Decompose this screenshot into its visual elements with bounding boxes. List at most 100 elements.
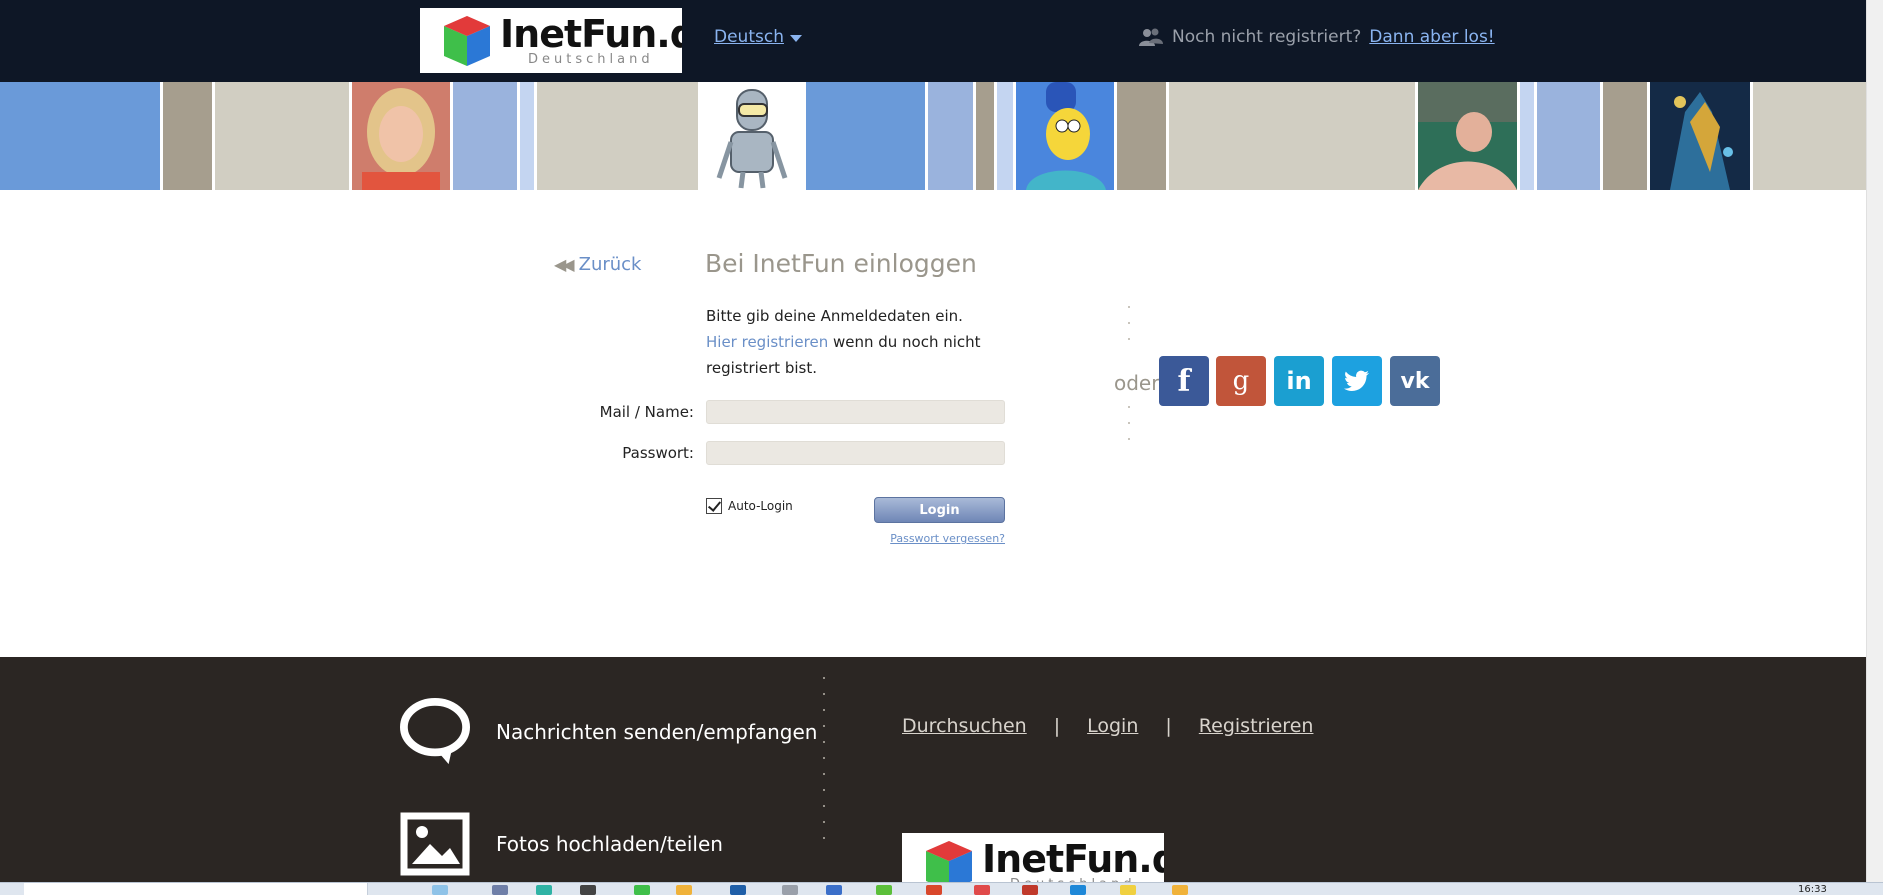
banner-tile <box>1169 82 1415 190</box>
language-selector[interactable]: Deutsch <box>714 27 802 47</box>
footer-separator: | <box>1165 715 1172 737</box>
taskbar-app-icon[interactable] <box>1070 885 1086 895</box>
register-link[interactable]: Hier registrieren <box>706 333 828 351</box>
site-header: InetFun.de Deutschland Deutsch Noch nich… <box>0 0 1883 82</box>
page-scrollbar[interactable] <box>1866 0 1883 882</box>
footer-link-search[interactable]: Durchsuchen <box>902 715 1027 737</box>
linkedin-icon: in <box>1286 367 1312 395</box>
taskbar-app-icon[interactable] <box>492 885 508 895</box>
footer-divider <box>823 677 827 853</box>
feature-messages: Nachrichten senden/empfangen <box>400 697 817 767</box>
member-banner <box>0 82 1883 190</box>
login-intro: Bitte gib deine Anmeldedaten ein. Hier r… <box>706 303 996 381</box>
image-icon <box>400 809 470 879</box>
users-icon <box>1139 28 1163 46</box>
banner-tile <box>997 82 1013 190</box>
taskbar-app-icon[interactable] <box>580 885 596 895</box>
taskbar-app-icon[interactable] <box>974 885 990 895</box>
taskbar-app-icon[interactable] <box>926 885 942 895</box>
banner-tile <box>976 82 994 190</box>
woman-avatar-icon <box>352 82 450 190</box>
taskbar-app-icon[interactable] <box>432 885 448 895</box>
page: InetFun.de Deutschland Deutsch Noch nich… <box>0 0 1883 895</box>
vk-login-button[interactable]: vk <box>1390 356 1440 406</box>
divider-bottom <box>1128 406 1132 454</box>
monster-avatar-icon <box>1650 82 1750 190</box>
feature-photos-label: Fotos hochladen/teilen <box>496 832 723 856</box>
member-photo-robot[interactable] <box>701 82 803 190</box>
cartoon-avatar-icon <box>1016 82 1114 190</box>
member-photo-woman[interactable] <box>352 82 450 190</box>
banner-tile <box>1117 82 1166 190</box>
google-login-button[interactable]: g <box>1216 356 1266 406</box>
mail-input[interactable] <box>706 400 1005 424</box>
chat-bubble-icon <box>400 697 470 767</box>
twitter-icon <box>1344 370 1369 391</box>
language-label: Deutsch <box>714 27 784 47</box>
robot-avatar-icon <box>701 82 803 190</box>
twitter-login-button[interactable] <box>1332 356 1382 406</box>
banner-tile <box>215 82 349 190</box>
taskbar-app-icon[interactable] <box>826 885 842 895</box>
member-photo-cartoon[interactable] <box>1016 82 1114 190</box>
taskbar-app-icon[interactable] <box>1022 885 1038 895</box>
taskbar-app-icon[interactable] <box>676 885 692 895</box>
google-icon: g <box>1232 366 1250 396</box>
site-logo[interactable]: InetFun.de Deutschland <box>420 8 682 73</box>
checkbox-checked-icon <box>706 498 722 514</box>
facebook-login-button[interactable]: f <box>1159 356 1209 406</box>
not-registered-text: Noch nicht registriert? <box>1172 27 1362 47</box>
taskbar-app-icon[interactable] <box>634 885 650 895</box>
mail-label: Mail / Name: <box>599 403 694 421</box>
or-label: oder <box>1114 371 1160 395</box>
logo-text: InetFun.de <box>500 12 682 56</box>
taskbar-app-icon[interactable] <box>730 885 746 895</box>
footer-links: Durchsuchen | Login | Registrieren <box>902 715 1313 737</box>
intro-line: Bitte gib deine Anmeldedaten ein. <box>706 307 963 325</box>
password-label: Passwort: <box>622 444 694 462</box>
autologin-checkbox[interactable]: Auto-Login <box>706 498 793 514</box>
banner-tile <box>1520 82 1534 190</box>
banner-tile <box>1603 82 1647 190</box>
taskbar-app-icon[interactable] <box>536 885 552 895</box>
signup-link[interactable]: Dann aber los! <box>1369 27 1494 47</box>
taskbar-app-icon[interactable] <box>876 885 892 895</box>
double-chevron-left-icon: ◀◀ <box>554 255 575 274</box>
forgot-password-link[interactable]: Passwort vergessen? <box>890 532 1005 545</box>
divider-top <box>1128 306 1132 354</box>
vk-icon: vk <box>1400 368 1430 394</box>
footer-link-register[interactable]: Registrieren <box>1199 715 1314 737</box>
member-photo-man[interactable] <box>1418 82 1517 190</box>
banner-tile <box>806 82 925 190</box>
banner-tile <box>537 82 698 190</box>
taskbar-clock: 16:33 <box>1798 884 1827 895</box>
linkedin-login-button[interactable]: in <box>1274 356 1324 406</box>
banner-tile <box>453 82 517 190</box>
registration-hint: Noch nicht registriert? Dann aber los! <box>1138 27 1495 47</box>
banner-tile <box>928 82 973 190</box>
logo-text: InetFun.de <box>982 837 1164 881</box>
logo-subtitle: Deutschland <box>528 52 654 67</box>
caret-down-icon <box>789 34 802 42</box>
banner-tile <box>1537 82 1600 190</box>
os-taskbar: 16:33 <box>0 882 1883 895</box>
feature-photos: Fotos hochladen/teilen <box>400 809 723 879</box>
member-photo-monster[interactable] <box>1650 82 1750 190</box>
taskbar-search[interactable] <box>24 883 368 895</box>
cube-logo-icon <box>444 16 490 66</box>
autologin-label: Auto-Login <box>728 499 793 513</box>
back-link[interactable]: ◀◀ Zurück <box>554 254 641 275</box>
page-title: Bei InetFun einloggen <box>705 249 977 278</box>
footer-link-login[interactable]: Login <box>1087 715 1138 737</box>
banner-tile <box>1753 82 1866 190</box>
taskbar-app-icon[interactable] <box>1172 885 1188 895</box>
taskbar-app-icon[interactable] <box>1120 885 1136 895</box>
footer-separator: | <box>1053 715 1061 737</box>
banner-tile <box>0 82 160 190</box>
login-button[interactable]: Login <box>874 497 1005 523</box>
password-input[interactable] <box>706 441 1005 465</box>
feature-messages-label: Nachrichten senden/empfangen <box>496 720 818 744</box>
banner-tile <box>520 82 534 190</box>
man-avatar-icon <box>1418 82 1517 190</box>
taskbar-app-icon[interactable] <box>782 885 798 895</box>
